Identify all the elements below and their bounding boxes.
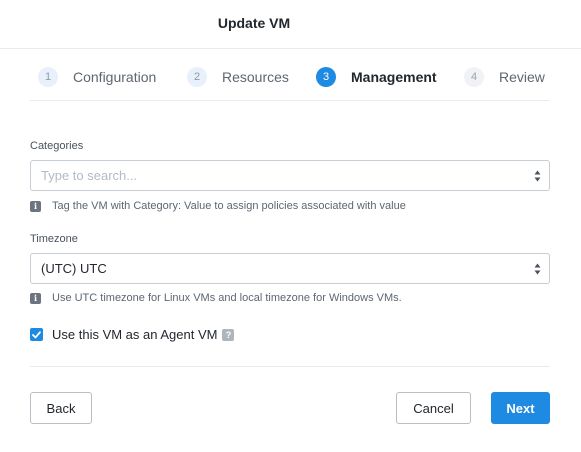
next-button[interactable]: Next <box>491 392 550 424</box>
step-number: 4 <box>464 67 484 87</box>
select-caret-icon <box>534 170 541 182</box>
agent-vm-row: Use this VM as an Agent VM ? <box>30 327 235 342</box>
footer-divider <box>30 366 550 367</box>
cancel-button[interactable]: Cancel <box>396 392 471 424</box>
categories-hint: i Tag the VM with Category: Value to ass… <box>30 200 406 212</box>
info-icon: i <box>30 292 41 304</box>
wizard-steps: 1 Configuration 2 Resources 3 Management… <box>30 66 550 88</box>
timezone-hint: i Use UTC timezone for Linux VMs and loc… <box>30 292 402 304</box>
agent-vm-checkbox[interactable] <box>30 328 43 341</box>
categories-label: Categories <box>30 140 84 152</box>
step-configuration[interactable]: 1 Configuration <box>38 66 156 88</box>
timezone-hint-text: Use UTC timezone for Linux VMs and local… <box>52 292 402 304</box>
timezone-select[interactable]: (UTC) UTC <box>30 253 550 284</box>
step-review[interactable]: 4 Review <box>464 66 545 88</box>
step-label: Resources <box>222 69 289 85</box>
step-number: 1 <box>38 67 58 87</box>
categories-select[interactable]: Type to search... <box>30 160 550 191</box>
checkmark-icon <box>32 330 41 338</box>
step-management[interactable]: 3 Management <box>316 66 437 88</box>
categories-hint-text: Tag the VM with Category: Value to assig… <box>52 200 406 212</box>
back-button[interactable]: Back <box>30 392 92 424</box>
step-number: 2 <box>187 67 207 87</box>
timezone-value: (UTC) UTC <box>41 261 107 276</box>
step-label: Configuration <box>73 69 157 85</box>
info-icon: i <box>30 200 41 212</box>
agent-vm-label: Use this VM as an Agent VM <box>52 327 218 342</box>
dialog-title: Update VM <box>217 15 291 31</box>
step-number: 3 <box>316 67 336 87</box>
timezone-label: Timezone <box>30 233 78 245</box>
help-icon[interactable]: ? <box>222 328 235 341</box>
categories-placeholder: Type to search... <box>41 168 138 183</box>
dialog-header: Update VM <box>0 0 581 49</box>
steps-divider <box>30 100 550 101</box>
step-label: Management <box>351 69 437 85</box>
select-caret-icon <box>534 263 541 275</box>
step-label: Review <box>499 69 545 85</box>
step-resources[interactable]: 2 Resources <box>187 66 289 88</box>
